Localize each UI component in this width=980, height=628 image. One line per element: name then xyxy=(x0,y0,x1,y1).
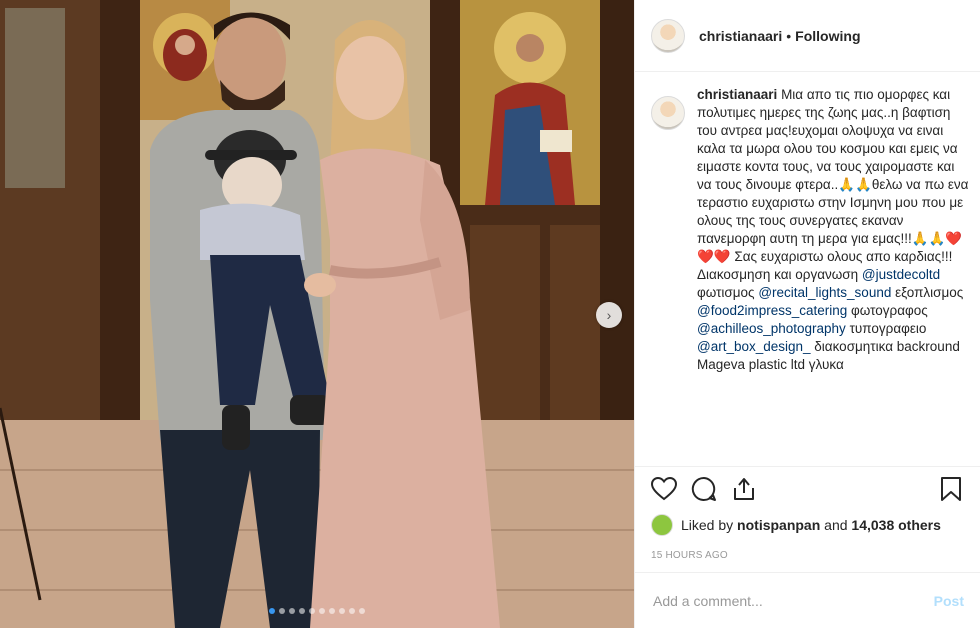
carousel-dot xyxy=(329,608,335,614)
caption-text-segment: φωτογραφος xyxy=(847,303,928,318)
header-separator: • xyxy=(786,27,792,44)
comment-icon xyxy=(691,476,716,501)
chevron-right-icon: › xyxy=(606,307,612,323)
caption-text-segment: φωτισμος xyxy=(697,285,759,300)
caption-text-segment: Μια απο τις πιο ομορφες και πολυτιμες ημ… xyxy=(697,87,969,282)
liker-avatar[interactable] xyxy=(651,514,673,536)
caption-username[interactable]: christianaari xyxy=(697,87,777,102)
caption-mention-link[interactable]: @recital_lights_sound xyxy=(758,285,891,300)
photo-illustration xyxy=(0,0,634,628)
comments-section[interactable]: christianaari Μια απο τις πιο ομορφες κα… xyxy=(651,86,972,464)
carousel-dot xyxy=(289,608,295,614)
post-photo[interactable]: › xyxy=(0,0,634,628)
caption-avatar[interactable] xyxy=(651,96,685,130)
carousel-dot xyxy=(309,608,315,614)
likes-prefix: Liked by xyxy=(681,517,734,533)
caption-mention-link[interactable]: @achilleos_photography xyxy=(697,321,846,336)
caption-text: christianaari Μια απο τις πιο ομορφες κα… xyxy=(697,86,972,374)
follow-status-button[interactable]: Following xyxy=(795,28,860,44)
post-header: christianaari • Following xyxy=(635,0,980,72)
carousel-next-button[interactable]: › xyxy=(596,302,622,328)
like-button[interactable] xyxy=(649,474,679,504)
post-comment-button[interactable]: Post xyxy=(934,593,964,609)
carousel-dot xyxy=(279,608,285,614)
avatar[interactable] xyxy=(651,18,685,53)
likes-and: and xyxy=(824,517,848,533)
likes-count[interactable]: 14,038 others xyxy=(851,517,941,533)
carousel-dot xyxy=(359,608,365,614)
action-bar xyxy=(635,466,980,510)
share-icon xyxy=(734,477,754,500)
instagram-post-modal: › christianaari • Following christianaar… xyxy=(0,0,980,628)
comment-button[interactable] xyxy=(689,474,719,504)
caption: christianaari Μια απο τις πιο ομορφες κα… xyxy=(651,86,972,374)
caption-mention-link[interactable]: @justdecoltd xyxy=(862,267,940,282)
bookmark-icon xyxy=(941,476,961,501)
carousel-dot xyxy=(299,608,305,614)
add-comment-bar: Post xyxy=(635,572,980,628)
caption-mention-link[interactable]: @art_box_design_ xyxy=(697,339,811,354)
share-button[interactable] xyxy=(729,474,759,504)
likes-line: Liked by notispanpan and 14,038 others xyxy=(651,514,964,536)
carousel-dot xyxy=(349,608,355,614)
comment-input[interactable] xyxy=(651,591,934,610)
header-username[interactable]: christianaari xyxy=(699,28,782,44)
carousel-indicator xyxy=(0,608,634,614)
post-timestamp[interactable]: 15 HOURS AGO xyxy=(651,550,728,561)
carousel-dot xyxy=(319,608,325,614)
carousel-dot xyxy=(269,608,275,614)
save-button[interactable] xyxy=(936,474,966,504)
caption-text-segment: τυπογραφειο xyxy=(845,321,927,336)
caption-text-segment: εξοπλισμος xyxy=(891,285,964,300)
carousel-dot xyxy=(339,608,345,614)
heart-icon xyxy=(651,476,677,500)
caption-mention-link[interactable]: @food2impress_catering xyxy=(697,303,847,318)
post-sidebar: christianaari • Following christianaari … xyxy=(634,0,980,628)
liker-username[interactable]: notispanpan xyxy=(737,517,820,533)
